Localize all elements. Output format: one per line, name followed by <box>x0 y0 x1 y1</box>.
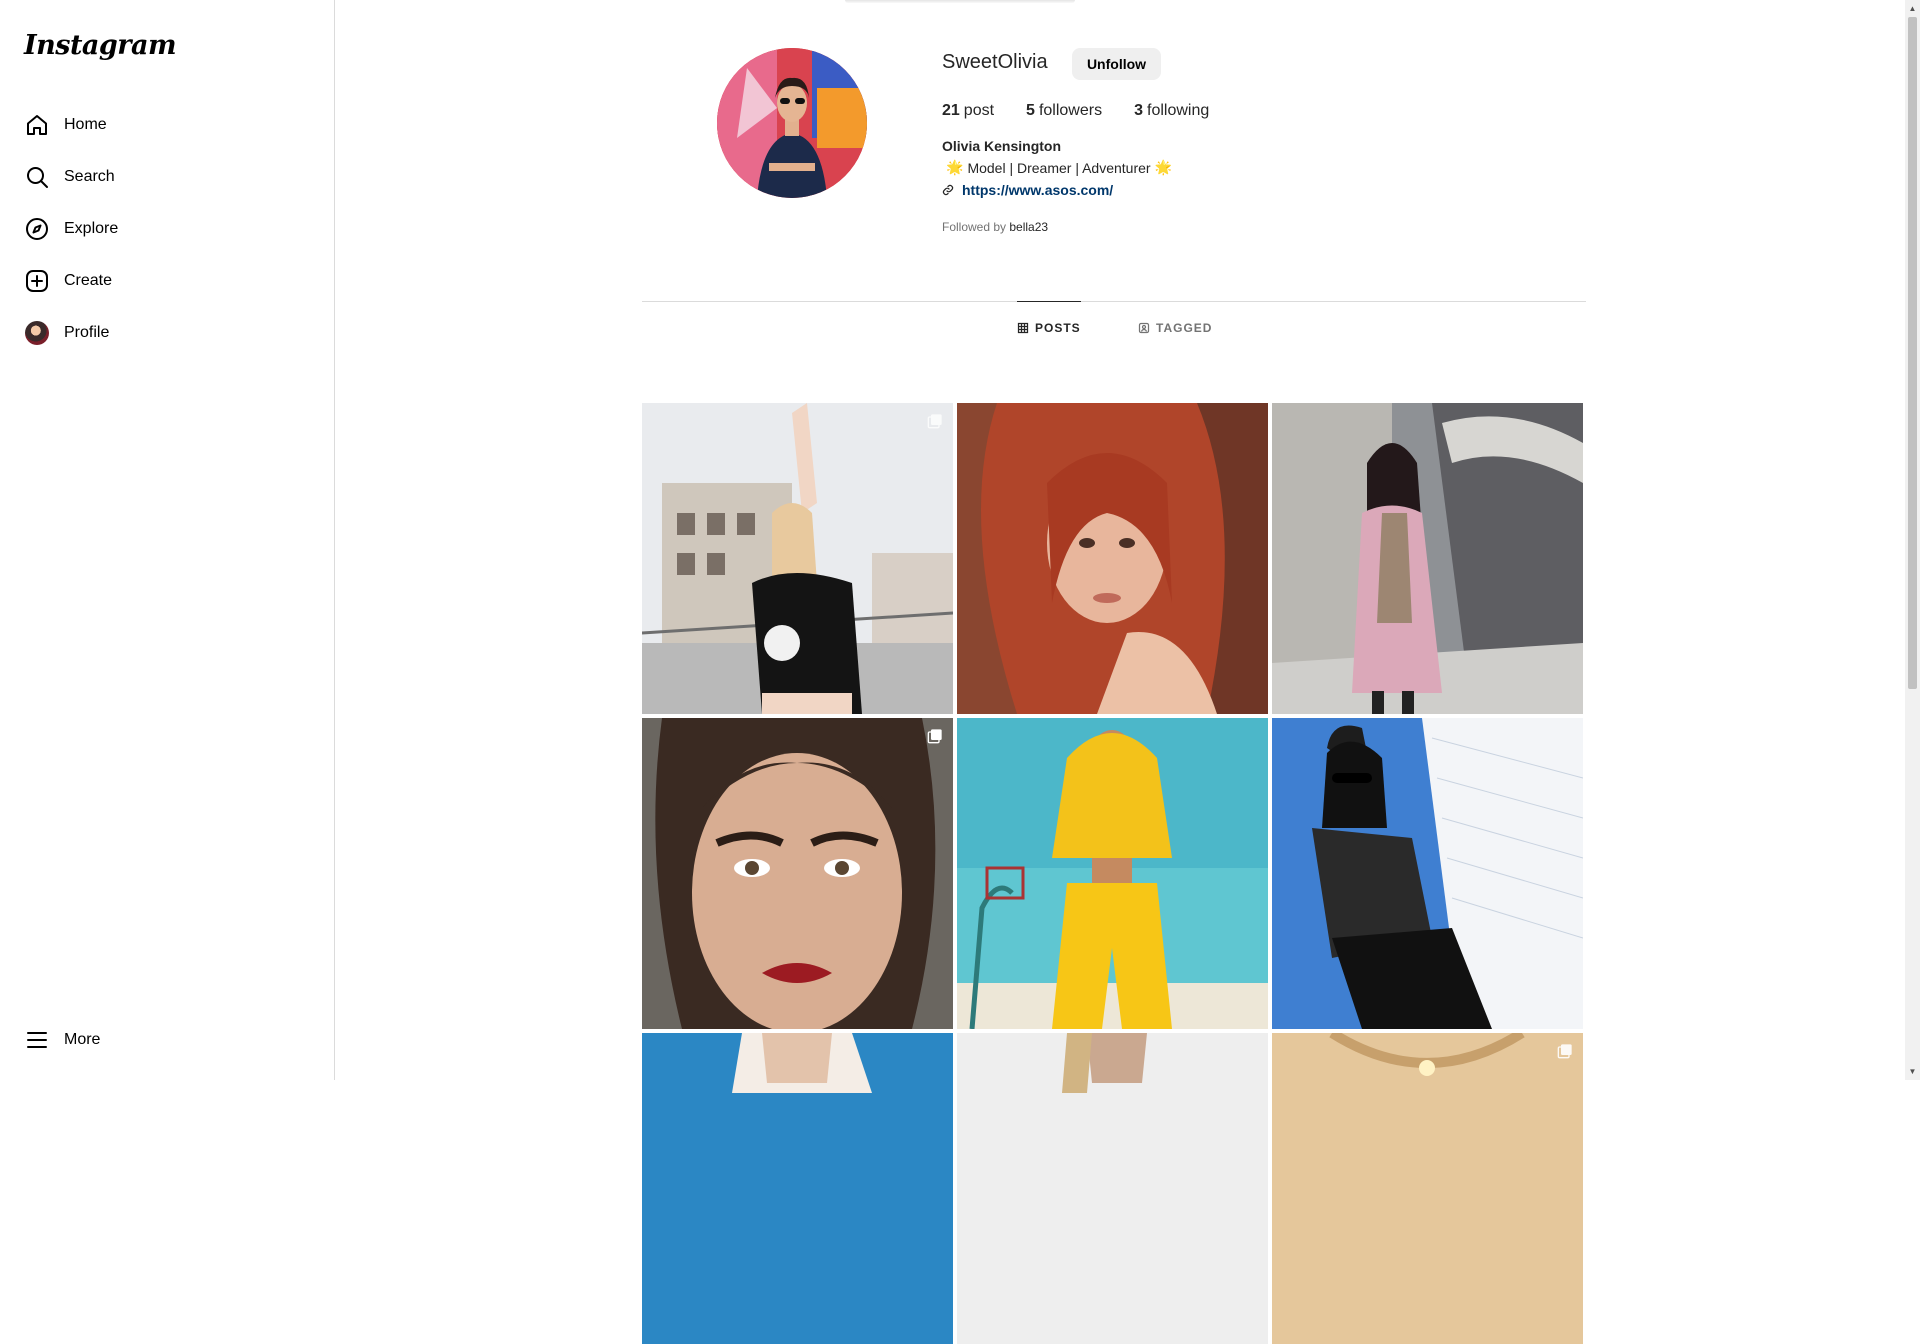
link-text: https://www.asos.com/ <box>962 182 1114 198</box>
scrollbar-thumb[interactable] <box>1908 17 1917 689</box>
sidebar-item-label: Home <box>64 116 107 133</box>
menu-icon <box>24 1027 50 1053</box>
avatar <box>25 321 49 345</box>
star-emoji: 🌟 <box>946 159 964 175</box>
tab-posts[interactable]: POSTS <box>1017 301 1081 354</box>
sidebar-item-more[interactable]: More <box>24 1025 100 1055</box>
following-label: following <box>1147 102 1210 119</box>
sidebar-item-profile[interactable]: Profile <box>24 318 109 348</box>
following-stat[interactable]: 3 following <box>1134 102 1209 120</box>
followed-by-prefix: Followed by <box>942 220 1007 234</box>
sidebar-item-label: Explore <box>64 220 119 237</box>
unfollow-button[interactable]: Unfollow <box>1072 48 1161 80</box>
followed-by-user[interactable]: bella23 <box>1009 220 1048 234</box>
sidebar-item-label: Search <box>64 168 115 185</box>
scroll-up-arrow-icon[interactable]: ▲ <box>1905 0 1920 17</box>
post-tile[interactable] <box>1272 403 1583 714</box>
post-tile[interactable] <box>642 403 953 714</box>
bio-text: Model | Dreamer | Adventurer <box>967 159 1151 176</box>
sidebar-item-label: Create <box>64 272 113 289</box>
profile-full-name: Olivia Kensington <box>942 138 1062 154</box>
top-shadow <box>845 0 1075 3</box>
followers-count: 5 <box>1026 102 1035 119</box>
post-tile[interactable] <box>642 718 953 1029</box>
sidebar-item-explore[interactable]: Explore <box>24 214 118 244</box>
multiple-posts-icon <box>927 729 942 744</box>
post-tile[interactable] <box>1272 718 1583 1029</box>
multiple-posts-icon <box>1557 1044 1572 1059</box>
home-icon <box>24 112 50 138</box>
sidebar-item-search[interactable]: Search <box>24 162 115 192</box>
post-tile[interactable] <box>957 403 1268 714</box>
instagram-logo[interactable]: Instagram <box>24 30 177 61</box>
profile-link[interactable]: https://www.asos.com/ <box>942 182 1113 198</box>
profile-username: SweetOlivia <box>942 51 1048 73</box>
tab-label: POSTS <box>1035 321 1081 335</box>
profile-stats: 21 post 5 followers 3 following <box>942 102 1241 120</box>
profile-bio: 🌟 Model | Dreamer | Adventurer 🌟 <box>942 159 1176 176</box>
sidebar-item-label: More <box>64 1031 101 1048</box>
tab-tagged[interactable]: TAGGED <box>1138 302 1212 354</box>
followed-by: Followed by bella23 <box>942 220 1048 234</box>
compass-icon <box>24 216 50 242</box>
sidebar-item-create[interactable]: Create <box>24 266 112 296</box>
tagged-icon <box>1138 322 1150 334</box>
sidebar-item-label: Profile <box>64 324 110 341</box>
scroll-down-arrow-icon[interactable]: ▼ <box>1905 1063 1920 1080</box>
posts-stat: 21 post <box>942 102 994 120</box>
profile-avatar[interactable] <box>717 48 867 198</box>
multiple-posts-icon <box>927 414 942 429</box>
sidebar-item-home[interactable]: Home <box>24 110 107 140</box>
search-icon <box>24 164 50 190</box>
posts-count: 21 <box>942 102 960 119</box>
tab-label: TAGGED <box>1156 321 1213 335</box>
posts-label: post <box>963 102 995 119</box>
scrollbar[interactable]: ▲ ▼ <box>1905 0 1920 1080</box>
followers-stat[interactable]: 5 followers <box>1026 102 1102 120</box>
followers-label: followers <box>1038 102 1103 119</box>
link-icon <box>942 184 954 196</box>
tabs-divider <box>642 301 1586 302</box>
grid-icon <box>1017 322 1029 334</box>
star-emoji: 🌟 <box>1154 159 1173 175</box>
following-count: 3 <box>1134 102 1143 119</box>
sidebar: Instagram Home Search Explore Create Pro… <box>0 0 335 1080</box>
plus-square-icon <box>24 268 50 294</box>
post-tile[interactable] <box>957 718 1268 1029</box>
